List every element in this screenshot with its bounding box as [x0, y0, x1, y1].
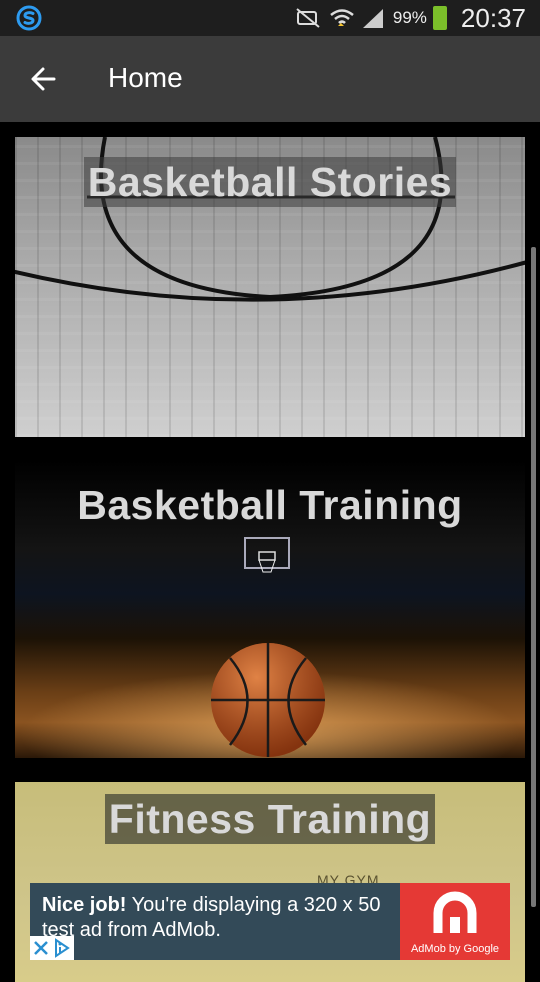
- ad-text: Nice job! You're displaying a 320 x 50 t…: [42, 893, 398, 943]
- content-list: Basketball Stories Basketball Training F…: [0, 122, 540, 982]
- ad-banner[interactable]: Nice job! You're displaying a 320 x 50 t…: [30, 883, 510, 960]
- clock: 20:37: [460, 2, 526, 33]
- mute-icon: [296, 8, 320, 28]
- back-button[interactable]: [24, 60, 62, 98]
- admob-logo: AdMob by Google: [400, 883, 510, 960]
- ad-choices-button[interactable]: [30, 936, 74, 960]
- card-title: Basketball Stories: [15, 157, 525, 207]
- page-title: Home: [108, 62, 183, 93]
- app-notification-icon: [16, 5, 42, 31]
- action-bar: Home: [0, 36, 540, 122]
- battery-icon: [432, 6, 447, 30]
- ad-brand: AdMob by Google: [410, 943, 500, 955]
- card-title: Basketball Training: [77, 482, 463, 528]
- card-basketball-stories[interactable]: Basketball Stories: [15, 137, 525, 437]
- status-bar: 99% 20:37: [0, 0, 540, 36]
- ad-lead: Nice job!: [42, 894, 127, 916]
- card-title: Fitness Training: [15, 794, 525, 844]
- signal-icon: [362, 9, 383, 28]
- admob-logo-icon: [433, 891, 477, 933]
- status-indicators: 99% 20:37: [295, 0, 526, 36]
- card-basketball-training[interactable]: Basketball Training: [15, 460, 525, 758]
- battery-percent: 99%: [392, 8, 427, 27]
- close-icon: [34, 941, 48, 955]
- scrollbar[interactable]: [531, 247, 536, 907]
- wifi-icon: [330, 9, 354, 26]
- adchoices-icon: [55, 938, 70, 958]
- arrow-left-icon: [31, 67, 56, 91]
